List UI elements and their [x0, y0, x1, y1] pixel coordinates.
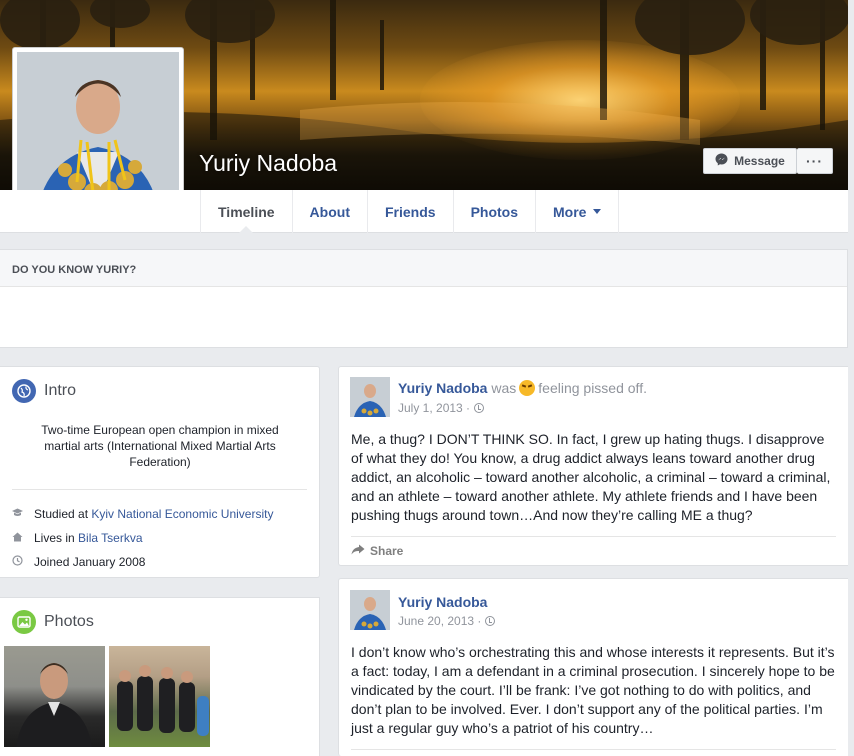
- intro-divider: [12, 489, 307, 490]
- avatar-image: [350, 590, 390, 630]
- timeline-post: Yuriy Nadoba was feeling pissed off. July…: [338, 366, 848, 566]
- profile-nav: Timeline About Friends Photos More: [0, 190, 848, 234]
- post-timestamp: July 1, 2013 ·: [398, 401, 485, 415]
- intro-education: Studied at Kyiv National Economic Univer…: [10, 507, 273, 521]
- intro-location: Lives in Bila Tserkva: [10, 531, 143, 545]
- photos-card: Photos: [0, 597, 320, 756]
- education-prefix: Studied at: [34, 507, 89, 521]
- photo-thumbnail[interactable]: [4, 646, 105, 747]
- avatar-image: [350, 377, 390, 417]
- message-button[interactable]: Message: [703, 148, 797, 174]
- education-link[interactable]: Kyiv National Economic University: [91, 507, 273, 521]
- post-was-text: was: [491, 380, 517, 396]
- timeline-post: Yuriy Nadoba June 20, 2013 · I don’t kno…: [338, 578, 848, 756]
- post-feeling-text: feeling pissed off.: [538, 380, 647, 396]
- intro-title: Intro: [44, 382, 77, 399]
- chevron-down-icon: [593, 209, 602, 214]
- intro-bio: Two-time European open champion in mixed…: [41, 423, 279, 469]
- tab-more[interactable]: More: [535, 190, 620, 233]
- tab-photos[interactable]: Photos: [452, 190, 535, 233]
- post-body: I don’t know who’s orchestrating this an…: [351, 644, 835, 736]
- share-label: Share: [370, 544, 404, 558]
- graduation-cap-icon: [10, 508, 24, 520]
- post-header: Yuriy Nadoba was feeling pissed off.: [398, 380, 647, 396]
- post-body: Me, a thug? I DON’T THINK SO. In fact, I…: [351, 431, 831, 523]
- profile-photo: [17, 52, 179, 212]
- joined-text: Joined January 2008: [34, 555, 146, 569]
- house-icon: [10, 532, 24, 545]
- post-header: Yuriy Nadoba: [398, 594, 487, 610]
- do-you-know-panel: DO YOU KNOW YURIY?: [0, 249, 848, 348]
- tab-about[interactable]: About: [291, 190, 367, 233]
- photo-thumbnail-image: [117, 665, 209, 736]
- angry-emoji-icon: [519, 380, 536, 396]
- privacy-globe-icon: [474, 403, 485, 413]
- tab-friends-label: Friends: [384, 203, 436, 220]
- privacy-globe-icon: [485, 616, 496, 626]
- tab-photos-label: Photos: [470, 203, 519, 220]
- profile-tabs: Timeline About Friends Photos More: [200, 190, 620, 234]
- tab-more-label: More: [553, 203, 587, 220]
- post-author-name[interactable]: Yuriy Nadoba: [398, 594, 487, 610]
- post-author-name[interactable]: Yuriy Nadoba: [398, 380, 487, 396]
- tab-about-label: About: [309, 203, 350, 220]
- profile-name[interactable]: Yuriy Nadoba: [199, 150, 337, 177]
- location-link[interactable]: Bila Tserkva: [78, 531, 142, 545]
- do-you-know-title: DO YOU KNOW YURIY?: [0, 250, 847, 287]
- photo-thumbnail[interactable]: [109, 646, 210, 747]
- messenger-icon: [715, 153, 728, 169]
- intro-header: Intro: [12, 379, 76, 403]
- tab-timeline[interactable]: Timeline: [200, 190, 292, 234]
- tab-timeline-label: Timeline: [218, 203, 275, 220]
- clock-icon: [10, 555, 24, 569]
- post-date-link[interactable]: June 20, 2013 ·: [398, 614, 481, 628]
- photo-icon: [12, 610, 36, 634]
- intro-joined: Joined January 2008: [10, 555, 145, 569]
- message-button-label: Message: [734, 154, 785, 168]
- photo-thumbnail-image: [16, 663, 92, 747]
- post-date-link[interactable]: July 1, 2013 ·: [398, 401, 470, 415]
- profile-photo-illustration: [17, 52, 179, 212]
- share-icon: [351, 544, 365, 558]
- globe-icon: [12, 379, 36, 403]
- more-actions-button[interactable]: ···: [797, 148, 833, 174]
- intro-card: Intro Two-time European open champion in…: [0, 366, 320, 578]
- tab-friends[interactable]: Friends: [366, 190, 453, 233]
- photos-header: Photos: [12, 610, 94, 634]
- post-divider: [351, 536, 836, 537]
- photos-title[interactable]: Photos: [44, 613, 94, 631]
- post-author-avatar[interactable]: [350, 377, 390, 417]
- location-prefix: Lives in: [34, 531, 75, 545]
- post-divider: [351, 749, 836, 750]
- post-author-avatar[interactable]: [350, 590, 390, 630]
- share-button[interactable]: Share: [351, 544, 403, 558]
- post-timestamp: June 20, 2013 ·: [398, 614, 496, 628]
